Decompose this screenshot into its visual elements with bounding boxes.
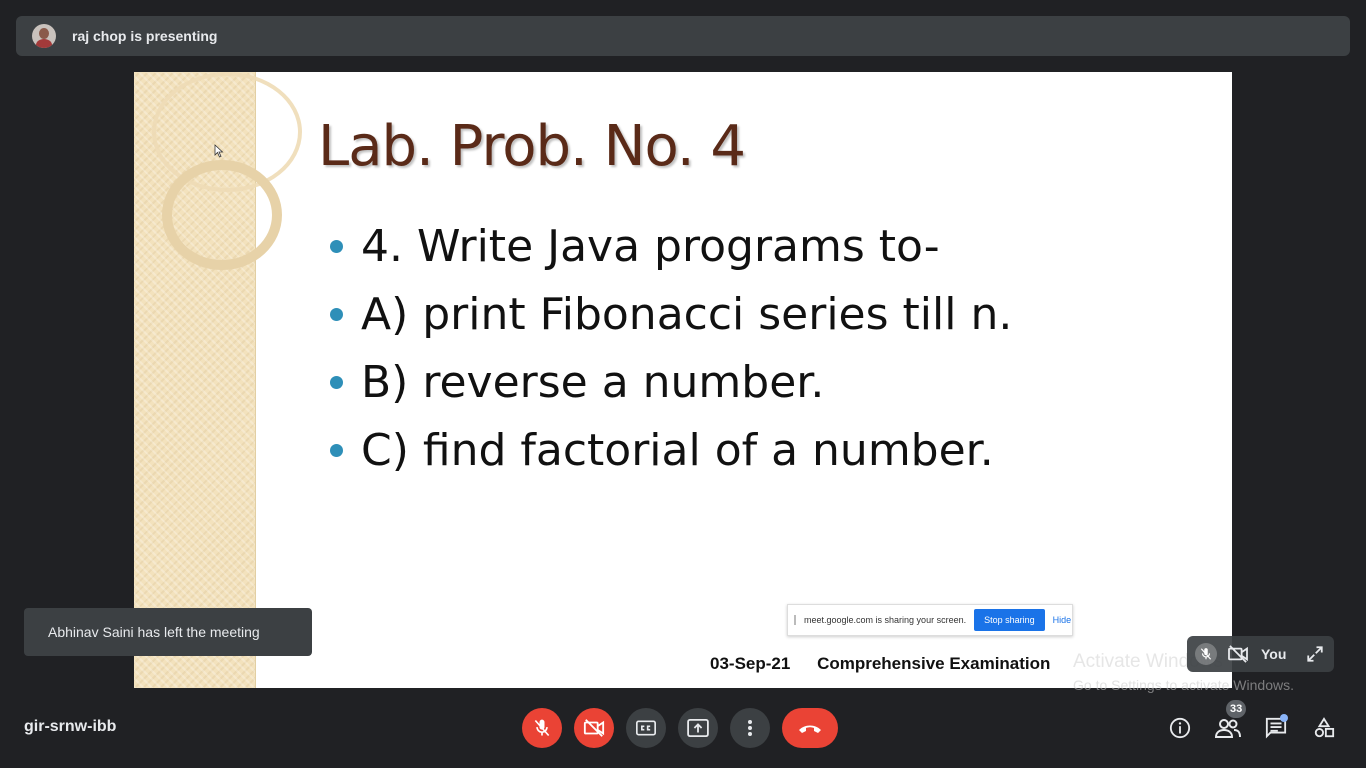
activation-watermark-subtitle: Go to Settings to activate Windows.	[1073, 677, 1294, 693]
self-view-tile[interactable]: You	[1187, 636, 1334, 672]
camera-off-icon	[583, 718, 605, 738]
bullet-text: 4. Write Java programs to-	[361, 220, 940, 272]
avatar	[32, 24, 56, 48]
footer-text: Comprehensive Examination	[817, 654, 1051, 673]
activities-button[interactable]	[1310, 708, 1338, 748]
screen-share-notification: meet.google.com is sharing your screen. …	[787, 604, 1073, 636]
camera-off-icon	[1227, 645, 1249, 663]
mic-off-icon	[1195, 643, 1217, 665]
captions-button[interactable]	[626, 708, 666, 748]
share-message: meet.google.com is sharing your screen.	[804, 615, 967, 625]
chat-button[interactable]	[1262, 708, 1290, 748]
stop-sharing-button[interactable]: Stop sharing	[974, 609, 1045, 631]
camera-toggle-button[interactable]	[574, 708, 614, 748]
meeting-code: gir-srnw-ibb	[24, 718, 117, 735]
call-controls	[522, 708, 838, 748]
drag-handle-icon[interactable]	[794, 615, 796, 625]
slide-footer: 03-Sep-21 Comprehensive Examination	[710, 654, 1050, 674]
bullet-text: C) find factorial of a number.	[361, 424, 994, 476]
hide-link[interactable]: Hide	[1053, 615, 1072, 625]
captions-icon	[636, 720, 656, 736]
decoration-ring	[162, 160, 282, 270]
notification-toast: Abhinav Saini has left the meeting	[24, 608, 312, 656]
bullet-icon	[330, 239, 343, 253]
participant-count-badge: 33	[1226, 700, 1247, 718]
presenter-bar: raj chop is presenting	[16, 16, 1350, 56]
slide-bullet-list: 4. Write Java programs to- A) print Fibo…	[330, 212, 1012, 484]
presenter-label: raj chop is presenting	[72, 28, 218, 44]
bullet-text: B) reverse a number.	[361, 356, 825, 408]
people-icon	[1215, 718, 1241, 738]
self-view-label: You	[1261, 646, 1287, 662]
mouse-cursor-icon	[214, 144, 224, 158]
bullet-icon	[330, 443, 343, 457]
slide-decoration	[134, 72, 302, 688]
mic-toggle-button[interactable]	[522, 708, 562, 748]
end-call-icon	[797, 722, 823, 734]
leave-call-button[interactable]	[782, 708, 838, 748]
bullet-icon	[330, 375, 343, 389]
activities-icon	[1313, 717, 1335, 739]
more-options-icon	[747, 719, 753, 737]
mic-off-icon	[532, 718, 552, 738]
participants-button[interactable]: 33	[1214, 700, 1247, 748]
present-icon	[687, 719, 709, 737]
meet-window: raj chop is presenting Lab. Prob. No. 4 …	[0, 0, 1366, 768]
list-item: 4. Write Java programs to-	[330, 212, 1012, 280]
unread-indicator	[1280, 714, 1288, 722]
bullet-icon	[330, 307, 343, 321]
expand-icon[interactable]	[1306, 645, 1324, 663]
shared-screen: Lab. Prob. No. 4 4. Write Java programs …	[134, 72, 1232, 688]
footer-date: 03-Sep-21	[710, 654, 791, 673]
list-item: A) print Fibonacci series till n.	[330, 280, 1012, 348]
meeting-details-button[interactable]	[1166, 708, 1194, 748]
slide-title: Lab. Prob. No. 4	[318, 114, 746, 179]
meeting-details-controls: 33	[1166, 700, 1338, 748]
list-item: C) find factorial of a number.	[330, 416, 1012, 484]
info-icon	[1169, 717, 1191, 739]
more-options-button[interactable]	[730, 708, 770, 748]
list-item: B) reverse a number.	[330, 348, 1012, 416]
present-now-button[interactable]	[678, 708, 718, 748]
bullet-text: A) print Fibonacci series till n.	[361, 288, 1013, 340]
toast-message: Abhinav Saini has left the meeting	[48, 624, 260, 640]
